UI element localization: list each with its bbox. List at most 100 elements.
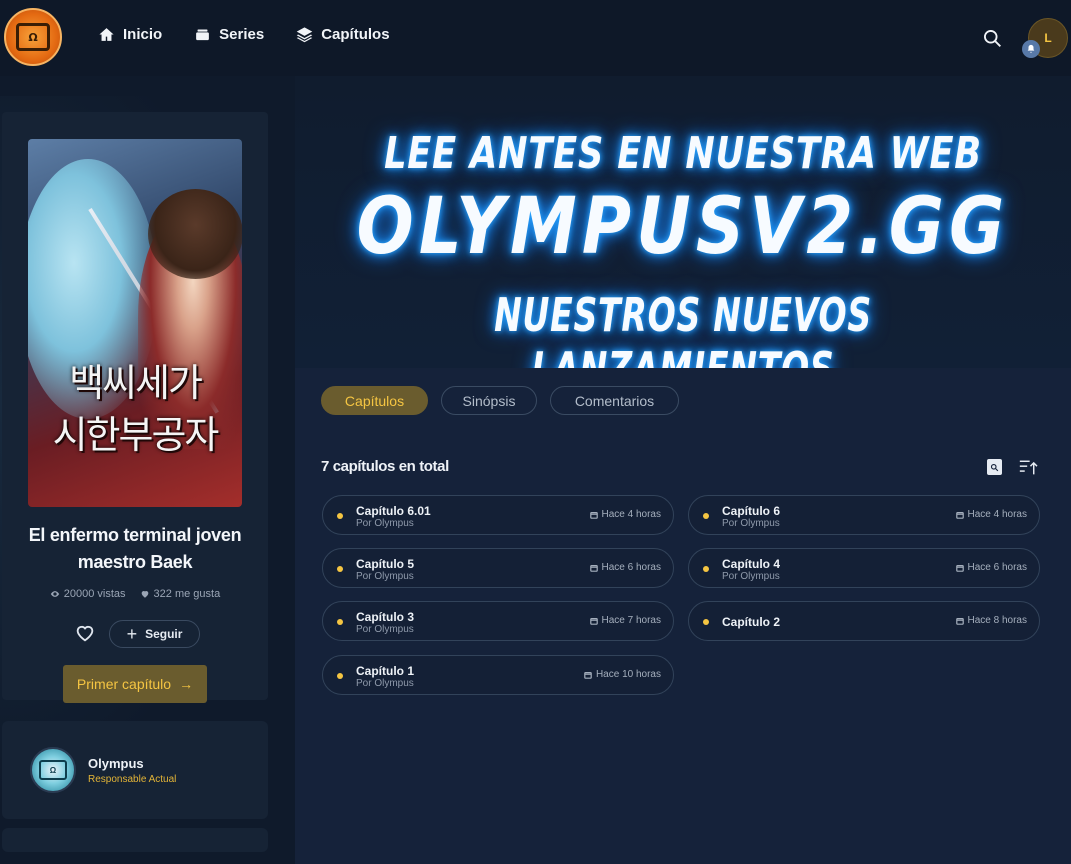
group-name: Olympus [88, 756, 144, 771]
views-stat: 20000 vistas [50, 588, 126, 600]
heart-small-icon [141, 591, 148, 598]
chapter-name: Capítulo 5 [356, 557, 415, 571]
new-dot [337, 513, 343, 519]
likes-stat: 322 me gusta [140, 588, 221, 600]
calendar-icon [584, 671, 592, 679]
secondary-card [2, 828, 268, 852]
chapter-time-text: Hace 4 horas [601, 509, 661, 520]
chapter-name: Capítulo 3 [356, 610, 415, 624]
chapter-time: Hace 10 horas [584, 669, 661, 680]
new-dot [703, 513, 709, 519]
banner-line-2: OLYMPUSV2.GG [356, 182, 1010, 272]
group-role: Responsable Actual [88, 774, 177, 785]
bell-icon [1027, 44, 1035, 53]
chapter-time: Hace 6 horas [589, 562, 661, 573]
group-avatar: Ω [30, 747, 76, 793]
nav-label: Capítulos [321, 26, 390, 43]
chapter-name: Capítulo 2 [722, 615, 781, 629]
first-chapter-button[interactable]: Primer capítulo → [63, 665, 207, 703]
chapter-time-text: Hace 7 horas [601, 615, 661, 626]
chapter-time-text: Hace 8 horas [967, 615, 1027, 626]
search-icon[interactable] [982, 28, 1002, 48]
plus-icon: + [126, 624, 138, 644]
chapter-author: Por Olympus [356, 678, 414, 689]
chapter-item[interactable]: Capítulo 6.01 Por Olympus Hace 4 horas [322, 495, 674, 535]
home-icon [99, 28, 114, 41]
calendar-icon [589, 511, 598, 519]
tab-capitulos[interactable]: Capítulos [321, 386, 428, 415]
nav-label: Series [219, 26, 265, 43]
calendar-icon [955, 511, 964, 519]
tab-comentarios[interactable]: Comentarios [550, 386, 679, 415]
chapter-name: Capítulo 1 [356, 664, 415, 678]
new-dot [337, 619, 343, 625]
nav-label: Inicio [123, 26, 163, 43]
chapter-item[interactable]: Capítulo 4 Por Olympus Hace 6 horas [688, 548, 1040, 588]
chapter-time: Hace 7 horas [589, 615, 661, 626]
notification-button[interactable] [1022, 40, 1040, 58]
chapter-time-text: Hace 6 horas [967, 562, 1027, 573]
series-cover: 백씨세가 시한부공자 [28, 139, 242, 507]
chapter-time-text: Hace 4 horas [967, 509, 1027, 520]
heart-icon [76, 625, 94, 642]
chapter-time: Hace 4 horas [955, 509, 1027, 520]
new-dot [703, 566, 709, 572]
chapter-item[interactable]: Capítulo 3 Por Olympus Hace 7 horas [322, 601, 674, 641]
sort-button[interactable] [1018, 458, 1038, 476]
chapter-author: Por Olympus [722, 518, 780, 529]
promo-banner[interactable]: LEE ANTES EN NUESTRA WEB OLYMPUSV2.GG NU… [295, 76, 1071, 368]
cover-title: 백씨세가 시한부공자 [52, 361, 220, 457]
cover-art-hair [148, 189, 242, 279]
chapter-name: Capítulo 4 [722, 557, 781, 571]
chapter-time-text: Hace 6 horas [601, 562, 661, 573]
views-count: 20000 vistas [63, 588, 126, 600]
sort-icon [1019, 460, 1038, 475]
new-dot [337, 566, 343, 572]
main-nav: Inicio Series Capítulos [98, 26, 390, 43]
chapter-author: Por Olympus [356, 571, 414, 582]
calendar-icon [955, 617, 964, 625]
chapter-time-text: Hace 10 horas [595, 669, 661, 680]
series-stats: 20000 vistas 322 me gusta [20, 588, 250, 600]
series-title: El enfermo terminal joven maestro Baek [28, 525, 242, 572]
follow-label: Seguir [145, 627, 183, 641]
new-dot [703, 619, 709, 625]
stack-icon [296, 27, 313, 43]
search-icon [990, 463, 999, 471]
chapter-time: Hace 8 horas [955, 615, 1027, 626]
logo-mark: Ω [16, 23, 50, 51]
group-avatar-mark: Ω [39, 760, 67, 780]
chapter-item[interactable]: Capítulo 5 Por Olympus Hace 6 horas [322, 548, 674, 588]
tab-sinopsis[interactable]: Sinópsis [441, 386, 537, 415]
nav-item-capitulos[interactable]: Capítulos [296, 26, 390, 43]
search-chapters-button[interactable] [987, 459, 1002, 475]
banner-line-3: NUESTROS NUEVOS LANZAMIENTOS [494, 288, 872, 368]
chapter-item[interactable]: Capítulo 1 Por Olympus Hace 10 horas [322, 655, 674, 695]
calendar-icon [589, 617, 598, 625]
site-logo[interactable]: Ω [4, 8, 62, 66]
calendar-icon [589, 564, 598, 572]
eye-icon [50, 591, 59, 597]
calendar-icon [955, 564, 964, 572]
chapter-name: Capítulo 6.01 [356, 504, 431, 518]
detail-tabs: Capítulos Sinópsis Comentarios [321, 386, 679, 415]
new-dot [337, 673, 343, 679]
chapter-time: Hace 4 horas [589, 509, 661, 520]
top-navbar: Ω Inicio Series Capítulos L [0, 0, 1071, 76]
like-button[interactable] [74, 622, 98, 646]
avatar-initial: L [1044, 31, 1052, 45]
likes-count: 322 me gusta [153, 588, 221, 600]
first-chapter-label: Primer capítulo [76, 676, 172, 692]
chapter-item[interactable]: Capítulo 2 Hace 8 horas [688, 601, 1040, 641]
chapter-item[interactable]: Capítulo 6 Por Olympus Hace 4 horas [688, 495, 1040, 535]
chapter-name: Capítulo 6 [722, 504, 781, 518]
chapters-total: 7 capítulos en total [321, 458, 449, 475]
nav-item-series[interactable]: Series [194, 26, 264, 43]
chapter-time: Hace 6 horas [955, 562, 1027, 573]
follow-button[interactable]: + Seguir [109, 620, 200, 648]
arrow-right-icon: → [179, 676, 194, 692]
layers-icon [196, 29, 210, 41]
banner-line-1: LEE ANTES EN NUESTRA WEB [384, 128, 982, 179]
nav-item-inicio[interactable]: Inicio [98, 26, 162, 43]
chapter-author: Por Olympus [356, 518, 414, 529]
